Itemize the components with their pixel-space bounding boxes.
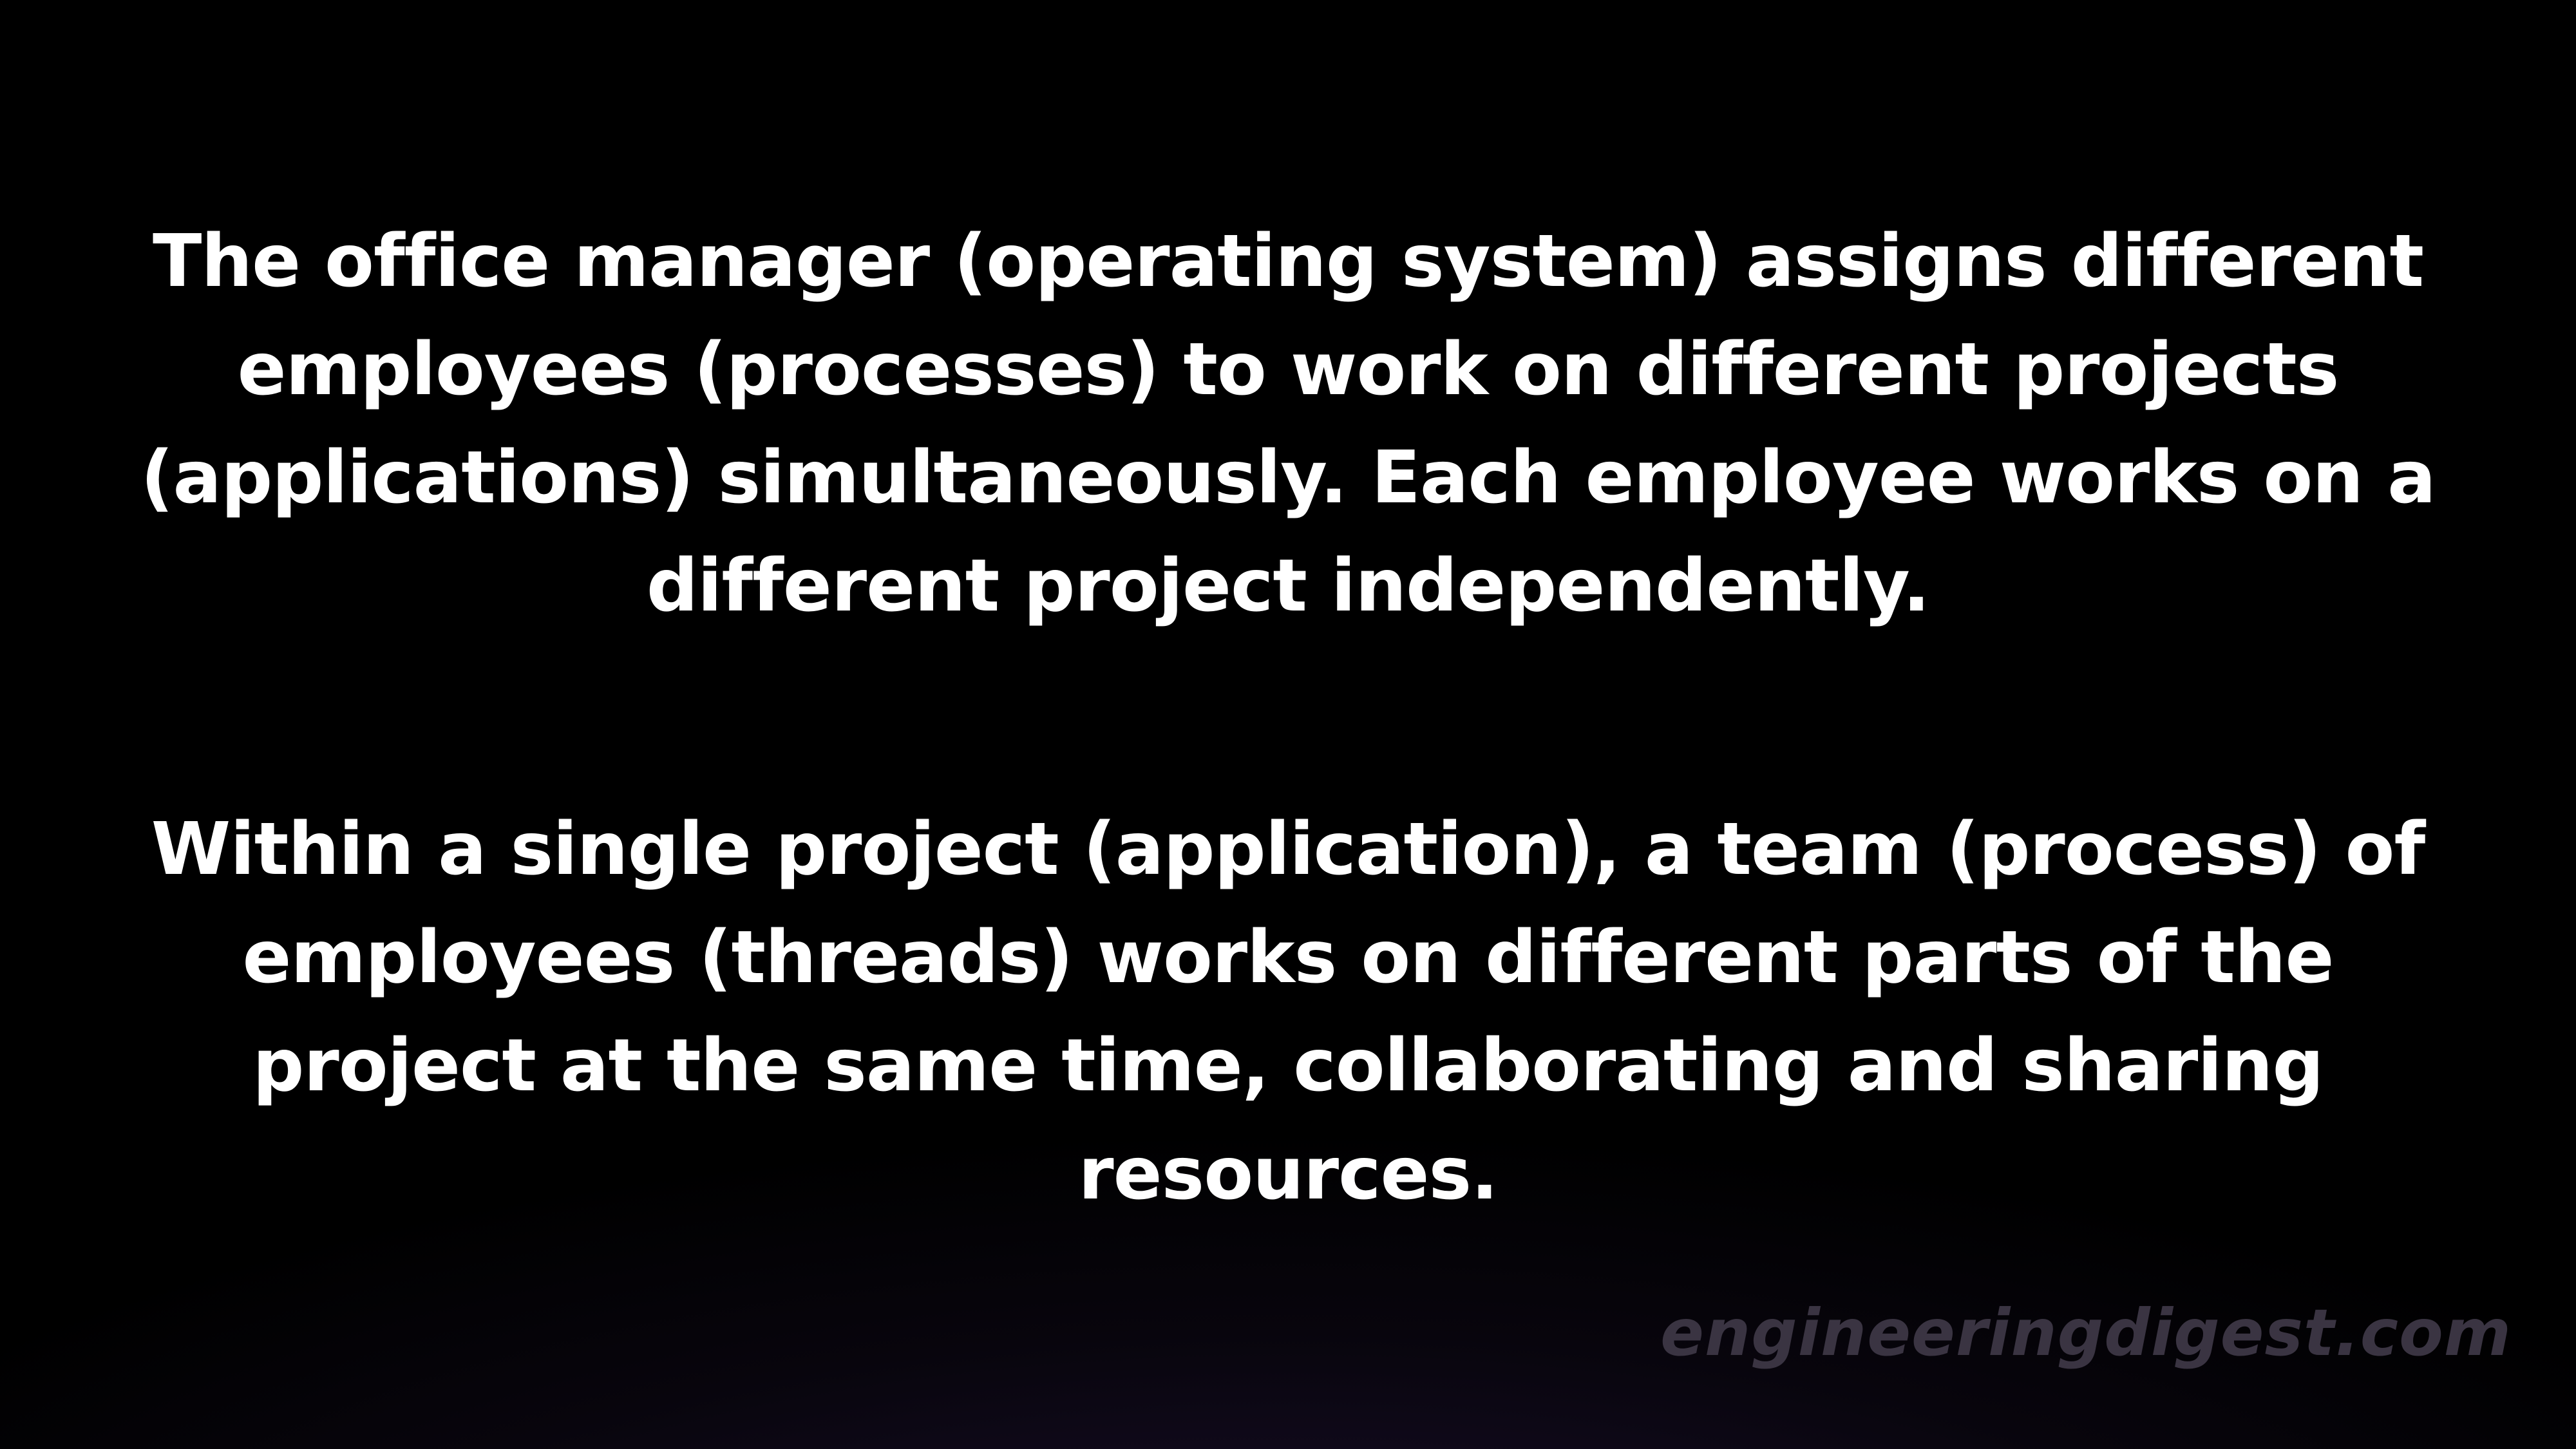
thread-analogy-paragraph: Within a single project (application), a… bbox=[151, 808, 2425, 1216]
site-watermark: engineeringdigest.com bbox=[1660, 1295, 2512, 1370]
slide: The office manager (operating system) as… bbox=[0, 0, 2576, 1449]
process-analogy-paragraph: The office manager (operating system) as… bbox=[140, 220, 2436, 628]
